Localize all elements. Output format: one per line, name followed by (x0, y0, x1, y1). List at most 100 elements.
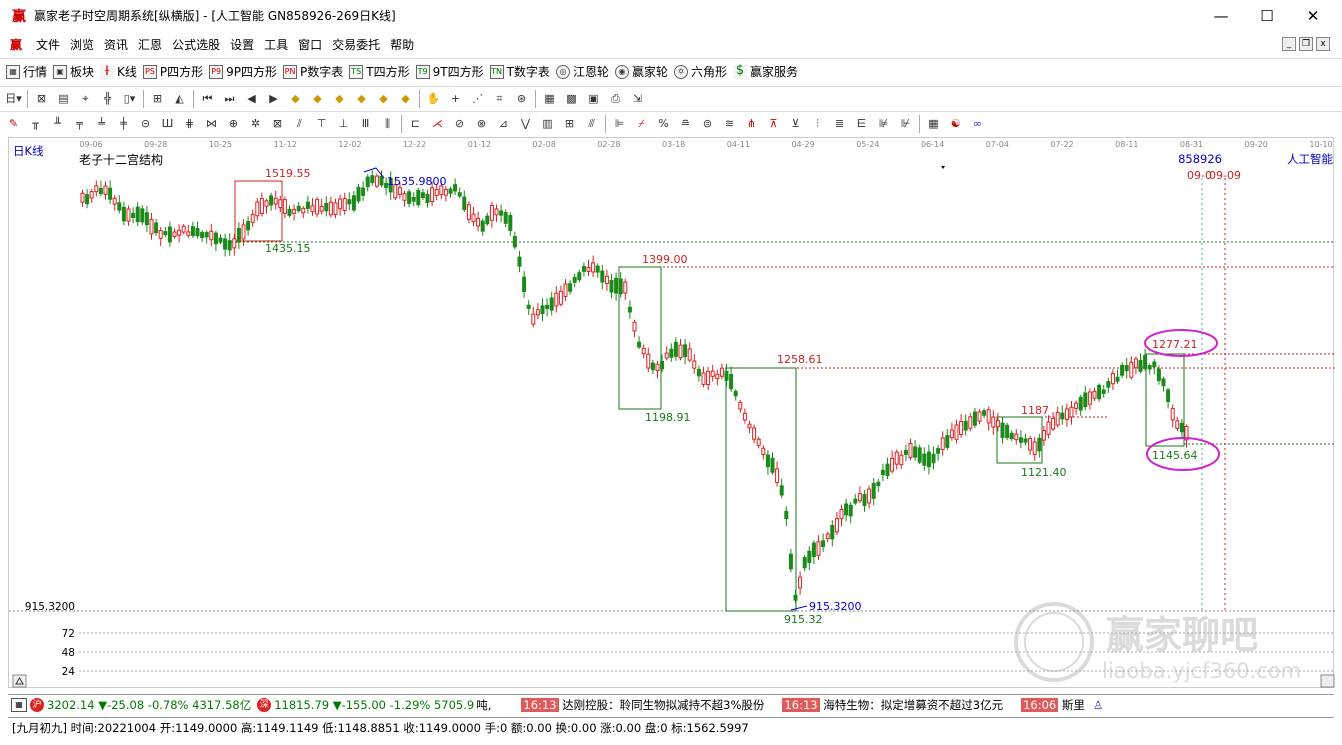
hand-icon[interactable]: ✋ (425, 90, 442, 107)
diamond-5-icon[interactable]: ◆ (375, 90, 392, 107)
print-icon[interactable]: ⎙ (607, 90, 624, 107)
toolbar-kline-button[interactable]: ╫ K线 (100, 63, 137, 80)
ind-21-icon[interactable]: ⊗ (473, 115, 490, 132)
ind-10-icon[interactable]: ⊕ (225, 115, 242, 132)
ind-1-icon[interactable]: ╥ (27, 115, 44, 132)
ind-38-icon[interactable]: ⊯ (875, 115, 892, 132)
menu-formula[interactable]: 公式选股 (172, 36, 220, 53)
save-icon[interactable]: ▣ (585, 90, 602, 107)
menu-settings[interactable]: 设置 (230, 36, 254, 53)
pen-icon[interactable]: ✎ (5, 115, 22, 132)
diamond-3-icon[interactable]: ◆ (331, 90, 348, 107)
toolbar-p-number-button[interactable]: PN P数字表 (283, 63, 343, 80)
tool-g-icon[interactable]: ◭ (171, 90, 188, 107)
ind-35-icon[interactable]: ⫶ (809, 115, 826, 132)
maximize-button[interactable]: ☐ (1244, 0, 1290, 31)
table-icon[interactable]: ▦ (925, 115, 942, 132)
ind-36-icon[interactable]: ≣ (831, 115, 848, 132)
toolbar-gann-wheel-button[interactable]: ◎ 江恩轮 (555, 63, 609, 80)
ind-26-icon[interactable]: ⫻ (583, 115, 600, 132)
ind-39-icon[interactable]: ⊮ (897, 115, 914, 132)
ind-11-icon[interactable]: ✲ (247, 115, 264, 132)
tool-c-icon[interactable]: ⌖ (77, 90, 94, 107)
dropdown-caret-icon[interactable] (941, 166, 945, 169)
last-icon[interactable]: ⏭ (221, 90, 238, 107)
ind-19-icon[interactable]: ⋌ (429, 115, 446, 132)
tool-i-icon[interactable]: ⊛ (513, 90, 530, 107)
toolbar-winner-wheel-button[interactable]: ◉ 赢家轮 (614, 63, 668, 80)
tool-f-icon[interactable]: ⊞ (149, 90, 166, 107)
menu-file[interactable]: 文件 (36, 36, 60, 53)
ind-3-icon[interactable]: ╤ (71, 115, 88, 132)
toolbar-p-square-button[interactable]: PS P四方形 (142, 63, 203, 80)
toolbar-hexagon-button[interactable]: ✡ 六角形 (673, 63, 727, 80)
mdi-minimize-button[interactable]: _ (1282, 37, 1296, 51)
close-button[interactable]: ✕ (1290, 0, 1336, 31)
calc-icon[interactable]: ▩ (563, 90, 580, 107)
right-icon[interactable]: ▶ (265, 90, 282, 107)
ind-2-icon[interactable]: ╨ (49, 115, 66, 132)
first-icon[interactable]: ⏮ (199, 90, 216, 107)
ind-22-icon[interactable]: ⊿ (495, 115, 512, 132)
toolbar-sector-button[interactable]: ▣ 板块 (53, 63, 94, 80)
menu-info[interactable]: 资讯 (104, 36, 128, 53)
tool-d-icon[interactable]: ╬ (99, 90, 116, 107)
ind-14-icon[interactable]: ⊤ (313, 115, 330, 132)
crosshair-icon[interactable]: + (447, 90, 464, 107)
alert-icon[interactable]: ♙ (1093, 698, 1103, 712)
ind-17-icon[interactable]: ⫼ (379, 115, 396, 132)
toolbar-9p-square-button[interactable]: P9 9P四方形 (209, 63, 277, 80)
kline-chart[interactable]: 09-06 09-28 10-25 11-12 12-02 12-22 01-12 02-08… (9, 138, 1335, 689)
calendar-icon[interactable]: ▦ (541, 90, 558, 107)
diamond-1-icon[interactable]: ◆ (287, 90, 304, 107)
ind-9-icon[interactable]: ⋈ (203, 115, 220, 132)
kline-chart-panel[interactable]: 09-06 09-28 10-25 11-12 12-02 12-22 01-12 02-08… (8, 137, 1335, 689)
ind-31-icon[interactable]: ≋ (721, 115, 738, 132)
trend-icon[interactable]: ⋰ (469, 90, 486, 107)
infinity-icon[interactable]: ∞ (969, 115, 986, 132)
news-item[interactable]: 斯里 (1062, 697, 1085, 713)
ind-7-icon[interactable]: Ш (159, 115, 176, 132)
ind-29-icon[interactable]: ≘ (677, 115, 694, 132)
taiji-icon[interactable]: ☯ (947, 115, 964, 132)
diamond-4-icon[interactable]: ◆ (353, 90, 370, 107)
ind-13-icon[interactable]: ⫽ (291, 115, 308, 132)
ind-6-icon[interactable]: ⊝ (137, 115, 154, 132)
scroll-up-button[interactable] (12, 674, 27, 688)
diamond-6-icon[interactable]: ◆ (397, 90, 414, 107)
tool-b-icon[interactable]: ▤ (55, 90, 72, 107)
ind-20-icon[interactable]: ⊘ (451, 115, 468, 132)
tool-a-icon[interactable]: ⊠ (33, 90, 50, 107)
ind-33-icon[interactable]: ⊼ (765, 115, 782, 132)
toolbar-9t-square-button[interactable]: T9 9T四方形 (415, 63, 484, 80)
tool-h-icon[interactable]: ⌗ (491, 90, 508, 107)
ind-37-icon[interactable]: ⋿ (853, 115, 870, 132)
scroll-right-button[interactable] (1320, 674, 1335, 688)
ind-24-icon[interactable]: ▥ (539, 115, 556, 132)
menu-browse[interactable]: 浏览 (70, 36, 94, 53)
menu-help[interactable]: 帮助 (390, 36, 414, 53)
menu-tools[interactable]: 工具 (264, 36, 288, 53)
left-icon[interactable]: ◀ (243, 90, 260, 107)
ind-18-icon[interactable]: ⊏ (407, 115, 424, 132)
toolbar-service-button[interactable]: $ 赢家服务 (732, 63, 798, 80)
ind-34-icon[interactable]: ⊻ (787, 115, 804, 132)
toolbar-quotes-button[interactable]: ▦ 行情 (6, 63, 47, 80)
ind-30-icon[interactable]: ⊜ (699, 115, 716, 132)
period-dropdown-icon[interactable]: 日▾ (5, 90, 22, 107)
menu-trade[interactable]: 交易委托 (332, 36, 380, 53)
menu-huien[interactable]: 汇恩 (138, 36, 162, 53)
ind-32-icon[interactable]: ⋔ (743, 115, 760, 132)
mdi-close-button[interactable]: x (1316, 37, 1330, 51)
minimize-button[interactable]: — (1198, 0, 1244, 31)
table-icon[interactable]: ▦ (11, 697, 27, 712)
news-item[interactable]: 达刚控股：聆同生物拟减持不超3%股份 (562, 697, 764, 713)
toolbar-t-square-button[interactable]: TS T四方形 (349, 63, 410, 80)
export-icon[interactable]: ⇲ (629, 90, 646, 107)
percent-icon[interactable]: % (655, 115, 672, 132)
toolbar-t-number-button[interactable]: TN T数字表 (489, 63, 550, 80)
ind-16-icon[interactable]: Ⅲ (357, 115, 374, 132)
ind-15-icon[interactable]: ⊥ (335, 115, 352, 132)
mdi-restore-button[interactable]: ❐ (1299, 37, 1313, 51)
ind-27-icon[interactable]: ⊫ (611, 115, 628, 132)
